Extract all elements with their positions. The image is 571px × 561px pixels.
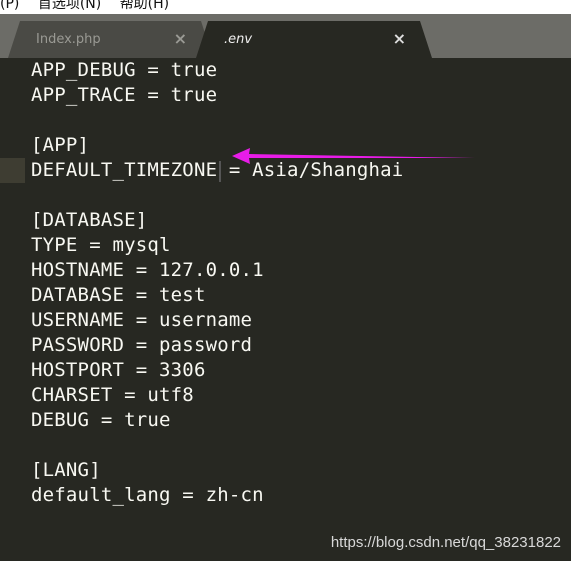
- menu-item-help[interactable]: 帮助(H): [120, 0, 169, 11]
- tab-label: Index.php: [36, 32, 101, 47]
- close-icon[interactable]: ×: [174, 29, 187, 48]
- code-line: [LANG]: [31, 459, 101, 481]
- code-line: [APP]: [31, 134, 90, 156]
- code-editor[interactable]: APP_DEBUG = true APP_TRACE = true [APP] DEF…: [0, 58, 571, 561]
- code-line: APP_TRACE = true: [31, 84, 218, 106]
- arrow-shape: [232, 148, 475, 164]
- tab-index-php[interactable]: Index.php ×: [8, 21, 213, 58]
- code-line: USERNAME = username: [31, 309, 253, 331]
- code-line: HOSTNAME = 127.0.0.1: [31, 259, 264, 281]
- menu-bar: (P) 首选项(N) 帮助(H): [0, 0, 571, 14]
- menu-item-preferences[interactable]: 首选项(N): [38, 0, 101, 11]
- current-line-gutter-highlight: [0, 158, 25, 183]
- code-line: TYPE = mysql: [31, 234, 171, 256]
- arrow-annotation-icon: [232, 148, 475, 164]
- watermark: https://blog.csdn.net/qq_38231822: [330, 534, 561, 551]
- close-icon[interactable]: ×: [393, 29, 406, 48]
- text-cursor: [219, 161, 221, 182]
- tab-label: .env: [224, 32, 253, 47]
- code-line: HOSTPORT = 3306: [31, 359, 206, 381]
- tab-bar: Index.php × .env ×: [0, 14, 571, 58]
- code-line: default_lang = zh-cn: [31, 484, 264, 506]
- code-line: DEBUG = true: [31, 409, 171, 431]
- code-line: DATABASE = test: [31, 284, 206, 306]
- tab-env[interactable]: .env ×: [196, 21, 432, 58]
- code-line: PASSWORD = password: [31, 334, 253, 356]
- menu-item[interactable]: (P): [0, 0, 19, 11]
- code-line: APP_DEBUG = true: [31, 59, 218, 81]
- code-line: [DATABASE]: [31, 209, 148, 231]
- code-line: CHARSET = utf8: [31, 384, 194, 406]
